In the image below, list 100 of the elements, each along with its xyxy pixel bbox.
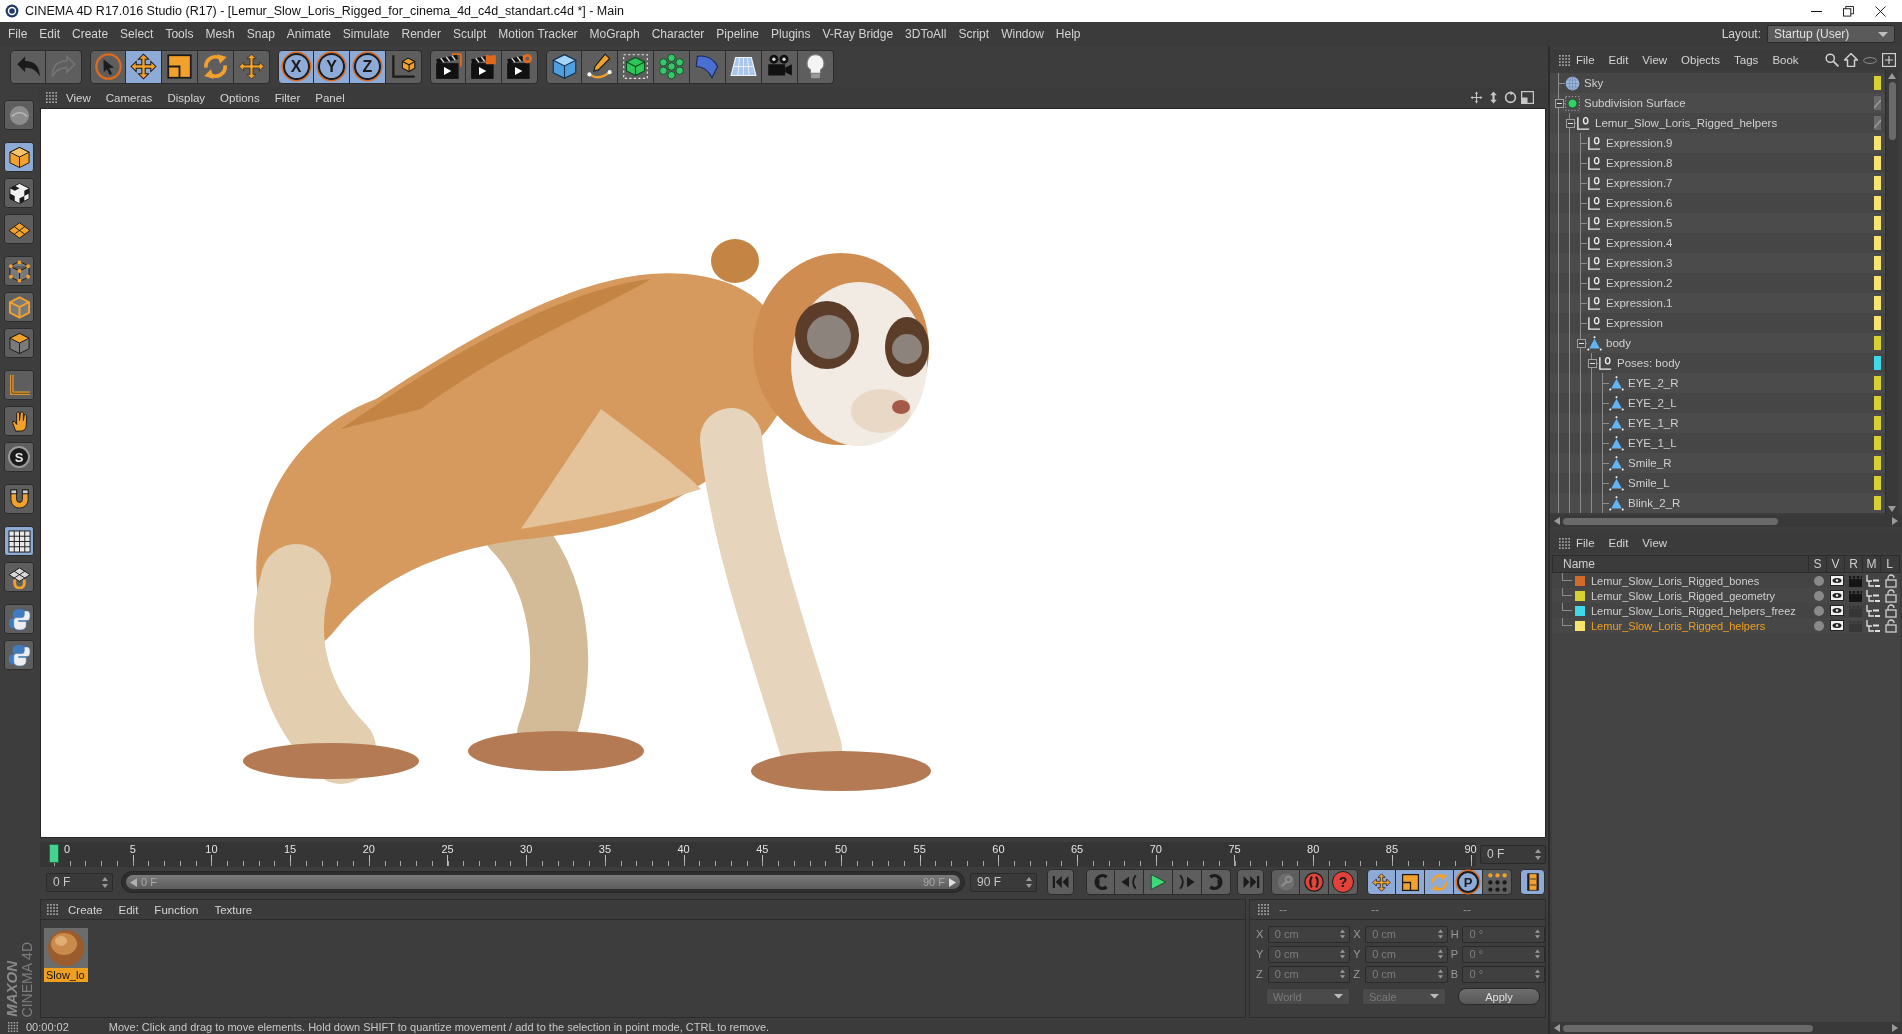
eye-icon[interactable] bbox=[1830, 590, 1844, 601]
menu-item[interactable]: V-Ray Bridge bbox=[816, 27, 900, 41]
object-row[interactable]: EYE_1_R bbox=[1550, 413, 1885, 433]
viewport-menu-item[interactable]: Cameras bbox=[99, 91, 159, 104]
object-row[interactable]: EYE_2_R bbox=[1550, 373, 1885, 393]
edges-mode-button[interactable] bbox=[4, 292, 34, 322]
scroll-up-arrow-icon[interactable] bbox=[1888, 73, 1896, 79]
cube-button[interactable] bbox=[546, 49, 582, 84]
point-level-button[interactable] bbox=[1483, 869, 1512, 895]
scale-tool-button[interactable] bbox=[162, 49, 198, 84]
redo-button[interactable] bbox=[46, 49, 82, 84]
column-header[interactable]: S bbox=[1808, 556, 1826, 572]
object-row[interactable]: Expression.7 bbox=[1550, 173, 1885, 193]
scroll-right-arrow-icon[interactable] bbox=[1892, 1024, 1898, 1032]
record-button[interactable] bbox=[1300, 869, 1329, 895]
orbit-icon[interactable] bbox=[1504, 91, 1517, 104]
material-menu-item[interactable]: Function bbox=[148, 903, 205, 916]
layer-row[interactable]: Lemur_Slow_Loris_Rigged_helpers_freez bbox=[1552, 603, 1900, 618]
horizontal-scrollbar[interactable] bbox=[1550, 1022, 1902, 1034]
play-button[interactable] bbox=[1144, 869, 1173, 895]
padlock-icon[interactable] bbox=[1885, 603, 1897, 618]
menu-item[interactable]: MoGraph bbox=[583, 27, 646, 41]
go-to-start-button[interactable] bbox=[1047, 869, 1074, 895]
pan-arrows-icon[interactable] bbox=[1470, 91, 1483, 104]
viewport[interactable] bbox=[40, 108, 1546, 838]
object-row[interactable]: Sky bbox=[1550, 73, 1885, 93]
snap-button[interactable]: S bbox=[4, 442, 34, 472]
solo-dot-icon[interactable] bbox=[1814, 575, 1824, 586]
scale-mode-button[interactable] bbox=[1396, 869, 1425, 895]
eye-icon[interactable] bbox=[1830, 620, 1844, 631]
tree-toggle-icon[interactable] bbox=[1576, 338, 1586, 348]
material-menu-item[interactable]: Create bbox=[62, 903, 109, 916]
layer-menu-item[interactable]: Edit bbox=[1602, 537, 1635, 549]
menu-item[interactable]: Window bbox=[995, 27, 1050, 41]
pen-button[interactable] bbox=[582, 49, 618, 84]
scroll-left-arrow-icon[interactable] bbox=[1554, 1024, 1560, 1032]
transform-tool-button[interactable] bbox=[234, 49, 270, 84]
workplane-button[interactable] bbox=[4, 214, 34, 244]
tree-toggle-icon[interactable] bbox=[1565, 118, 1575, 128]
column-header[interactable]: R bbox=[1844, 556, 1862, 572]
menu-item[interactable]: Sculpt bbox=[446, 27, 493, 41]
rotate-mode-button[interactable] bbox=[1425, 869, 1454, 895]
layout-dropdown[interactable]: Startup (User) bbox=[1767, 25, 1895, 43]
scroll-right-arrow-icon[interactable] bbox=[1892, 517, 1898, 525]
end-frame-field[interactable]: 90 F bbox=[970, 872, 1037, 892]
timeline-toggle-button[interactable] bbox=[1520, 869, 1545, 895]
padlock-icon[interactable] bbox=[1885, 573, 1897, 588]
viewport-menu-item[interactable]: Options bbox=[214, 91, 266, 104]
grid-snap-button[interactable] bbox=[4, 562, 34, 592]
menu-item[interactable]: File bbox=[2, 27, 34, 41]
object-row[interactable]: Expression.1 bbox=[1550, 293, 1885, 313]
axis-lock-button[interactable]: Z bbox=[350, 49, 386, 84]
make-editable-button[interactable] bbox=[4, 100, 34, 130]
menu-item[interactable]: Plugins bbox=[765, 27, 817, 41]
eye-icon[interactable] bbox=[1830, 605, 1844, 616]
scroll-left-arrow-icon[interactable] bbox=[1554, 517, 1560, 525]
move-mode-button[interactable] bbox=[1367, 869, 1396, 895]
light-button[interactable] bbox=[798, 49, 834, 84]
object-menu-item[interactable]: Objects bbox=[1675, 54, 1727, 66]
object-row[interactable]: Smile_R bbox=[1550, 453, 1885, 473]
solo-dot-icon[interactable] bbox=[1814, 620, 1824, 631]
object-row[interactable]: Lemur_Slow_Loris_Rigged_helpers bbox=[1550, 113, 1885, 133]
playhead[interactable] bbox=[49, 843, 59, 863]
menu-item[interactable]: 3DToAll bbox=[899, 27, 953, 41]
object-row[interactable]: Expression.4 bbox=[1550, 233, 1885, 253]
model-mode-button[interactable] bbox=[4, 142, 34, 172]
layer-menu-item[interactable]: View bbox=[1636, 537, 1674, 549]
object-row[interactable]: Expression.5 bbox=[1550, 213, 1885, 233]
padlock-icon[interactable] bbox=[1885, 618, 1897, 633]
home-icon[interactable] bbox=[1844, 53, 1858, 67]
object-menu-item[interactable]: Book bbox=[1766, 54, 1805, 66]
search-icon[interactable] bbox=[1825, 53, 1839, 67]
solo-dot-icon[interactable] bbox=[1814, 605, 1824, 616]
plus-box-icon[interactable] bbox=[1882, 53, 1896, 67]
menu-item[interactable]: Select bbox=[114, 27, 160, 41]
tree-toggle-icon[interactable] bbox=[1587, 358, 1597, 368]
panel-grip-icon[interactable] bbox=[47, 904, 58, 915]
object-row[interactable]: Smile_L bbox=[1550, 473, 1885, 493]
subdivision-button[interactable] bbox=[618, 49, 654, 84]
scrollbar-thumb[interactable] bbox=[1563, 517, 1778, 525]
record-key-button[interactable] bbox=[1271, 869, 1300, 895]
layer-row[interactable]: Lemur_Slow_Loris_Rigged_bones bbox=[1552, 573, 1900, 588]
object-menu-item[interactable]: Edit bbox=[1602, 54, 1635, 66]
eye-icon[interactable] bbox=[1830, 575, 1844, 586]
autokey-button[interactable]: ? bbox=[1329, 869, 1358, 895]
column-header[interactable]: V bbox=[1826, 556, 1844, 572]
object-row[interactable]: Expression bbox=[1550, 313, 1885, 333]
scrollbar-thumb[interactable] bbox=[1563, 1024, 1813, 1032]
points-mode-button[interactable] bbox=[4, 256, 34, 286]
viewport-menu-item[interactable]: Display bbox=[161, 91, 212, 104]
object-menu-item[interactable]: File bbox=[1570, 54, 1601, 66]
tree-toggle-icon[interactable] bbox=[1554, 98, 1564, 108]
padlock-icon[interactable] bbox=[1885, 588, 1897, 603]
menu-item[interactable]: Mesh bbox=[199, 27, 241, 41]
timeline-ruler[interactable]: 0 5 10 15 20 25 30 35 40 45 50 55 60 65 70 75 80 85 90 bbox=[40, 841, 1476, 867]
panel-grip-icon[interactable] bbox=[46, 92, 57, 103]
go-to-end-button[interactable] bbox=[1237, 869, 1264, 895]
horizontal-scrollbar[interactable] bbox=[1550, 515, 1902, 527]
menu-item[interactable]: Help bbox=[1049, 27, 1087, 41]
script-button[interactable] bbox=[4, 640, 34, 670]
